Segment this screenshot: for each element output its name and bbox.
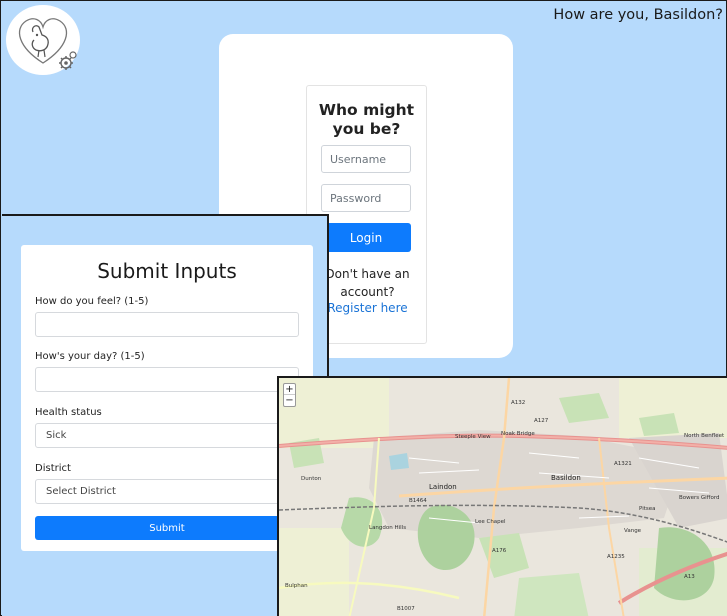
map-road-label: B1464 — [409, 498, 427, 504]
submit-title: Submit Inputs — [97, 259, 237, 283]
username-input[interactable] — [321, 145, 411, 173]
feel-label: How do you feel? (1-5) — [35, 296, 149, 307]
day-input[interactable] — [35, 367, 299, 392]
submit-button[interactable]: Submit — [35, 516, 299, 540]
feel-input[interactable] — [35, 312, 299, 337]
map-road-label: A13 — [684, 574, 695, 580]
app-logo[interactable] — [6, 5, 80, 75]
district-select[interactable]: Select District — [35, 479, 299, 504]
zoom-in-button[interactable]: + — [284, 384, 295, 395]
map-label-vange: Vange — [624, 528, 642, 534]
map-label-langdon-hills: Langdon Hills — [369, 525, 407, 531]
greeting-text: How are you, Basildon? — [553, 7, 723, 23]
submit-inputs-card: Submit Inputs How do you feel? (1-5) How… — [21, 245, 313, 551]
health-status-label: Health status — [35, 407, 102, 418]
zoom-out-button[interactable]: − — [284, 395, 295, 406]
map-tiles[interactable] — [279, 378, 727, 616]
map-zoom-control: + − — [283, 383, 296, 407]
map-road-label: A132 — [511, 400, 526, 406]
map-road-label: B1007 — [397, 606, 415, 612]
district-label: District — [35, 463, 71, 474]
map-label-steeple-view: Steeple View — [455, 434, 491, 440]
dog-heart-gear-icon — [18, 18, 77, 70]
map-road-label: A1235 — [607, 554, 625, 560]
map-label-noak-bridge: Noak Bridge — [501, 431, 535, 437]
map-label-bulphan: Bulphan — [285, 583, 308, 589]
map-label-laindon: Laindon — [429, 483, 457, 491]
map-label-dunton: Dunton — [301, 476, 322, 482]
map-label-pitsea: Pitsea — [639, 506, 656, 512]
health-status-select[interactable]: Sick — [35, 423, 299, 448]
login-button[interactable]: Login — [321, 223, 411, 252]
map-road-label: A176 — [492, 548, 507, 554]
map-label-bowers-gifford: Bowers Gifford — [679, 495, 720, 501]
day-label: How's your day? (1-5) — [35, 351, 145, 362]
password-input[interactable] — [321, 184, 411, 212]
map-label-lee-chapel: Lee Chapel — [475, 519, 506, 525]
map-road-label: A1321 — [614, 461, 632, 467]
map-label-north-benfleet: North Benfleet — [684, 433, 725, 439]
map-window[interactable]: + − Basildon Laindon Langdon Hills Lee C… — [277, 376, 727, 616]
map-road-label: A127 — [534, 418, 549, 424]
login-title: Who might you be? — [318, 101, 415, 138]
map-label-basildon: Basildon — [551, 474, 581, 482]
